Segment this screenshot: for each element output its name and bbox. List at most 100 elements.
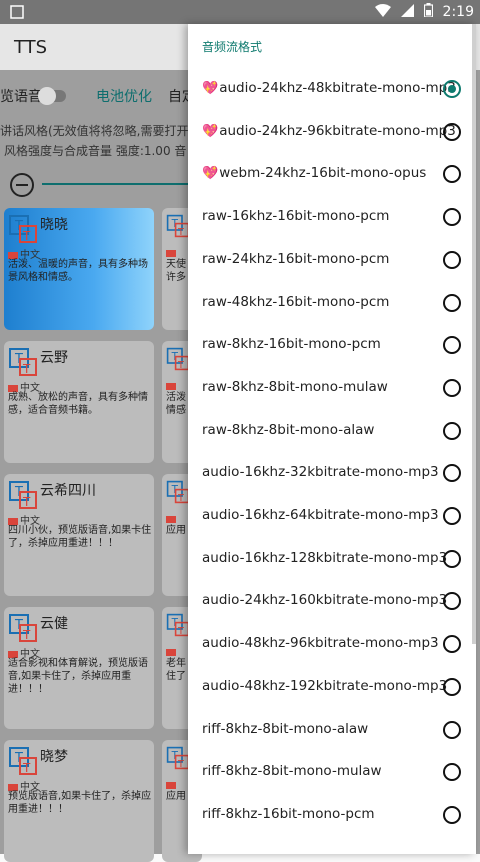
tts-voice-icon: TT — [8, 480, 38, 510]
format-option[interactable]: audio-48khz-192kbitrate-mono-mp3 — [188, 666, 476, 708]
flag-icon — [166, 383, 176, 390]
format-option[interactable]: riff-8khz-8bit-mono-mulaw — [188, 751, 476, 793]
voice-description-clipped: 应用 — [166, 791, 186, 802]
flag-icon — [166, 782, 176, 789]
format-option-label: raw-24khz-16bit-mono-pcm — [202, 250, 390, 267]
battery-icon — [423, 3, 433, 21]
svg-text:T: T — [177, 759, 184, 770]
voice-description: 成熟、放松的声音，具有多种情感，适合音频书籍。 — [8, 392, 148, 416]
preview-voice-label: 览语音 — [0, 89, 42, 105]
radio-icon[interactable] — [443, 507, 461, 525]
format-option-label: audio-16khz-128kbitrate-mono-mp3 — [202, 549, 448, 566]
heart-icon: 💖 — [202, 123, 219, 139]
format-option[interactable]: riff-8khz-8bit-mono-alaw — [188, 709, 476, 751]
format-option-label: raw-16khz-16bit-mono-pcm — [202, 208, 390, 225]
radio-icon[interactable] — [443, 378, 461, 397]
style-strength-label: 风格强度与合成音量 强度:1.00 音 — [4, 144, 187, 158]
preview-voice-switch[interactable] — [38, 87, 66, 105]
voice-description-clipped: 活泼 情感 — [166, 392, 186, 416]
format-option[interactable]: audio-24khz-160kbitrate-mono-mp3 — [188, 580, 476, 622]
svg-text:T: T — [177, 360, 184, 371]
format-option[interactable]: raw-8khz-16bit-mono-pcm — [188, 324, 476, 366]
notification-icon — [10, 4, 24, 23]
flag-icon — [166, 516, 176, 523]
radio-icon[interactable] — [443, 720, 461, 739]
radio-icon[interactable] — [443, 592, 461, 611]
tts-voice-icon: TT — [166, 746, 190, 776]
voice-name: 云希四川 — [40, 483, 96, 499]
voice-card[interactable]: T T 云野 中文 成熟、放松的声音，具有多种情感，适合音频书籍。 — [4, 341, 154, 463]
minus-icon[interactable] — [10, 173, 34, 197]
voice-card[interactable]: T T 云希四川 中文 四川小伙，预览版语音,如果卡住了，杀掉应用重进！！！ — [4, 474, 154, 596]
radio-icon[interactable] — [443, 635, 461, 654]
format-option-label: raw-8khz-8bit-mono-mulaw — [202, 378, 388, 395]
format-option[interactable]: audio-16khz-32kbitrate-mono-mp3 — [188, 452, 476, 494]
flag-icon — [166, 250, 176, 257]
format-option[interactable]: 💖audio-24khz-48kbitrate-mono-mp3 — [188, 68, 476, 110]
tts-voice-icon: TT — [166, 480, 190, 510]
svg-text:T: T — [177, 626, 184, 637]
strength-slider[interactable] — [42, 183, 192, 185]
format-option-label: audio-16khz-64kbitrate-mono-mp3 — [202, 507, 439, 523]
format-option[interactable]: audio-48khz-96kbitrate-mono-mp3 — [188, 623, 476, 665]
voice-description: 活泼、温暖的声音，具有多种场景风格和情感。 — [8, 259, 148, 283]
voice-description: 适合影视和体育解说，预览版语音,如果卡住了，杀掉应用重进！！！ — [8, 658, 148, 695]
format-option[interactable]: audio-16khz-64kbitrate-mono-mp3 — [188, 495, 476, 537]
format-option[interactable]: audio-16khz-128kbitrate-mono-mp3 — [188, 538, 476, 580]
radio-icon[interactable] — [443, 421, 461, 440]
format-option-label: audio-24khz-48kbitrate-mono-mp3 — [219, 80, 456, 96]
battery-optimization-button[interactable]: 电池优化 — [96, 86, 152, 106]
radio-icon[interactable] — [443, 80, 461, 98]
radio-icon[interactable] — [443, 122, 461, 141]
tts-voice-icon: TT — [166, 214, 190, 244]
radio-icon[interactable] — [443, 464, 461, 483]
tts-voice-icon: TT — [166, 347, 190, 377]
dialog-scrollbar[interactable] — [472, 24, 476, 644]
voice-description: 四川小伙，预览版语音,如果卡住了，杀掉应用重进！！！ — [8, 525, 152, 549]
wifi-icon — [374, 3, 391, 21]
voice-description-clipped: 应用 — [166, 525, 186, 536]
status-time: 2:19 — [442, 4, 474, 20]
svg-text:T: T — [177, 493, 184, 504]
radio-icon[interactable] — [443, 336, 461, 355]
voice-card[interactable]: T T 晓梦 中文 预览版语音,如果卡住了，杀掉应用重进！！！ — [4, 740, 154, 862]
radio-icon[interactable] — [443, 250, 461, 269]
format-option[interactable]: raw-16khz-16bit-mono-pcm — [188, 196, 476, 238]
voice-card[interactable]: T T 云健 中文 适合影视和体育解说，预览版语音,如果卡住了，杀掉应用重进！！！ — [4, 607, 154, 729]
flag-icon — [166, 649, 176, 656]
svg-text:T: T — [22, 761, 31, 775]
format-option[interactable]: raw-8khz-8bit-mono-alaw — [188, 410, 476, 452]
voice-name: 晓梦 — [40, 749, 68, 765]
audio-format-dialog: 音频流格式 💖audio-24khz-48kbitrate-mono-mp3 💖a… — [188, 24, 476, 854]
tts-voice-icon: TT — [8, 613, 38, 643]
format-option-label: audio-24khz-96kbitrate-mono-mp3 — [219, 122, 456, 139]
svg-text:T: T — [22, 628, 31, 642]
app-title: TTS — [14, 37, 48, 58]
format-option[interactable]: riff-8khz-16bit-mono-pcm — [188, 794, 476, 836]
radio-icon[interactable] — [443, 165, 461, 184]
radio-icon[interactable] — [443, 549, 461, 568]
radio-icon[interactable] — [443, 208, 461, 227]
format-option[interactable]: raw-48khz-16bit-mono-pcm — [188, 282, 476, 324]
heart-icon: 💖 — [202, 166, 219, 182]
voice-name: 云健 — [40, 616, 68, 632]
format-option[interactable]: 💖audio-24khz-96kbitrate-mono-mp3 — [188, 111, 476, 153]
radio-icon[interactable] — [443, 763, 461, 782]
voice-description: 预览版语音,如果卡住了，杀掉应用重进！！！ — [8, 791, 152, 815]
voice-description-clipped: 老年 住了 — [166, 658, 186, 682]
svg-text:T: T — [22, 362, 31, 376]
tts-voice-icon: TT — [8, 347, 38, 377]
format-option-label: audio-16khz-32kbitrate-mono-mp3 — [202, 464, 439, 481]
radio-icon[interactable] — [443, 805, 461, 824]
signal-icon — [400, 3, 414, 21]
format-option[interactable]: raw-24khz-16bit-mono-pcm — [188, 239, 476, 281]
format-option-label: raw-8khz-8bit-mono-alaw — [202, 421, 375, 438]
format-option-label: webm-24khz-16bit-mono-opus — [219, 165, 427, 182]
format-option[interactable]: raw-8khz-8bit-mono-mulaw — [188, 367, 476, 409]
svg-text:T: T — [177, 227, 184, 238]
voice-card[interactable]: T T 晓晓 中文 活泼、温暖的声音，具有多种场景风格和情感。 — [4, 208, 154, 330]
radio-icon[interactable] — [443, 293, 461, 312]
speaking-style-label: 讲话风格(无效值将将忽略,需要打开 — [0, 124, 189, 138]
radio-icon[interactable] — [443, 677, 461, 696]
format-option[interactable]: 💖webm-24khz-16bit-mono-opus — [188, 153, 476, 195]
